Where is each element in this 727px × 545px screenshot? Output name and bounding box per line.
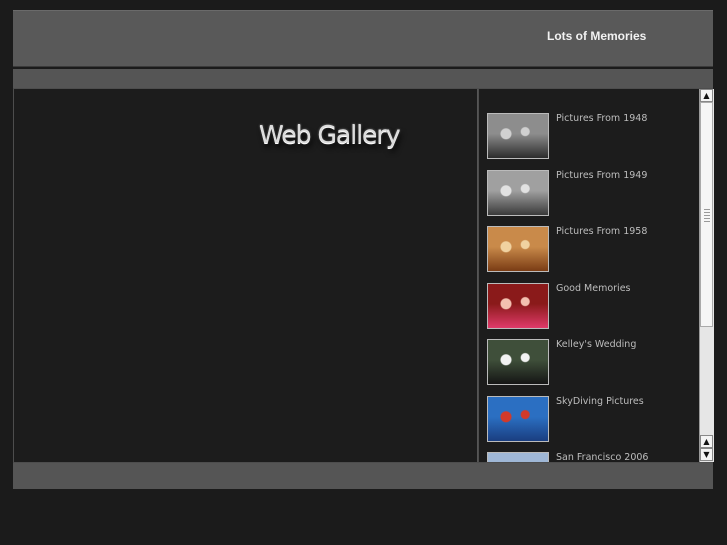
sky-diver-photo-icon[interactable] xyxy=(487,395,549,442)
web-gallery-logo: Web Gallery xyxy=(259,120,400,149)
gallery-list-item[interactable]: Good Memories xyxy=(487,282,697,333)
gallery-list-item[interactable]: SkyDiving Pictures xyxy=(487,395,697,446)
scroll-up-arrow-icon[interactable]: ▲ xyxy=(700,435,713,448)
gallery-item-label[interactable]: Pictures From 1948 xyxy=(556,113,647,124)
gallery-list-item[interactable]: San Francisco 2006 xyxy=(487,452,697,462)
bw-doorway-photo-icon[interactable] xyxy=(487,169,549,216)
gallery-item-label[interactable]: San Francisco 2006 xyxy=(556,452,648,462)
gallery-frame: Web Gallery Pictures From 1948 Pictures F… xyxy=(13,69,714,489)
gallery-item-label[interactable]: SkyDiving Pictures xyxy=(556,396,644,407)
gallery-item-label[interactable]: Pictures From 1949 xyxy=(556,170,647,181)
main-display-pane: Web Gallery xyxy=(14,89,478,462)
wedding-couple-photo-icon[interactable] xyxy=(487,339,549,385)
frame-top-bar xyxy=(13,69,713,88)
scrollbar-thumb[interactable] xyxy=(700,102,713,327)
scroll-up-arrow-icon[interactable]: ▲ xyxy=(700,89,713,102)
gallery-list-item[interactable]: Kelley's Wedding xyxy=(487,339,697,389)
thumbnail-list: Pictures From 1948 Pictures From 1949 Pict… xyxy=(479,89,699,462)
gallery-list-item[interactable]: Pictures From 1958 xyxy=(487,226,697,276)
scrollbar-grip-icon xyxy=(704,209,710,223)
site-header: Lots of Memories xyxy=(13,10,713,67)
thumbnail-scrollbar[interactable]: ▲ ▲ ▼ xyxy=(699,89,714,462)
red-portrait-photo-icon[interactable] xyxy=(487,282,549,329)
bw-group-photo-icon[interactable] xyxy=(487,113,549,159)
gallery-item-label[interactable]: Good Memories xyxy=(556,283,630,294)
city-sky-photo-icon[interactable] xyxy=(487,452,549,462)
gallery-item-label[interactable]: Pictures From 1958 xyxy=(556,226,647,237)
gallery-list-item[interactable]: Pictures From 1948 xyxy=(487,113,697,163)
sepia-room-photo-icon[interactable] xyxy=(487,226,549,272)
gallery-item-label[interactable]: Kelley's Wedding xyxy=(556,339,636,350)
gallery-list-item[interactable]: Pictures From 1949 xyxy=(487,169,697,220)
scroll-down-arrow-icon[interactable]: ▼ xyxy=(700,448,713,461)
site-title[interactable]: Lots of Memories xyxy=(547,29,646,43)
frame-bottom-bar xyxy=(13,463,713,489)
